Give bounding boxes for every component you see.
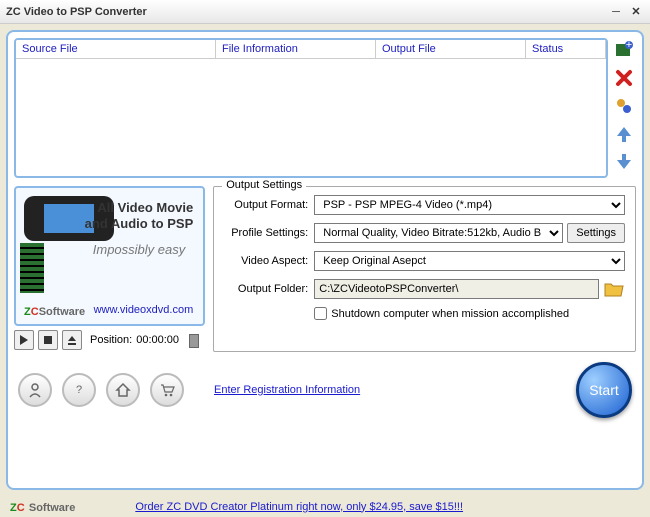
side-toolbar: +: [608, 38, 636, 178]
output-format-label: Output Format:: [224, 199, 308, 211]
video-aspect-select[interactable]: Keep Original Asepct: [314, 251, 625, 271]
col-info[interactable]: File Information: [216, 40, 376, 59]
profile-settings-button[interactable]: Settings: [567, 223, 625, 243]
output-format-select[interactable]: PSP - PSP MPEG-4 Video (*.mp4): [314, 195, 625, 215]
output-folder-field[interactable]: [314, 279, 599, 299]
order-link[interactable]: Order ZC DVD Creator Platinum right now,…: [135, 501, 463, 513]
output-folder-label: Output Folder:: [224, 283, 308, 295]
eject-button[interactable]: [62, 330, 82, 350]
close-button[interactable]: ✕: [628, 5, 644, 19]
svg-text:+: +: [626, 40, 632, 51]
play-button[interactable]: [14, 330, 34, 350]
help-button[interactable]: ?: [62, 373, 96, 407]
promo-line1: All Video Movie: [97, 200, 193, 215]
position-value: 00:00:00: [136, 334, 179, 346]
film-strip-icon: [20, 243, 44, 293]
cart-button[interactable]: [150, 373, 184, 407]
stop-button[interactable]: [38, 330, 58, 350]
video-aspect-label: Video Aspect:: [224, 255, 308, 267]
promo-panel: All Video Movie and Audio to PSP Impossi…: [14, 186, 205, 352]
output-settings-fieldset: Output Settings Output Format: PSP - PSP…: [213, 186, 636, 352]
player-bar: Position: 00:00:00: [14, 330, 205, 350]
position-label: Position:: [90, 334, 132, 346]
col-source[interactable]: Source File: [16, 40, 216, 59]
output-settings: Output Settings Output Format: PSP - PSP…: [213, 186, 636, 352]
main-panel: Source File File Information Output File…: [6, 30, 644, 490]
window-title: ZC Video to PSP Converter: [6, 6, 604, 18]
add-file-button[interactable]: +: [612, 38, 636, 62]
footer: ZC Software Order ZC DVD Creator Platinu…: [0, 496, 650, 517]
bottom-bar: ? Enter Registration Information Start: [14, 362, 636, 418]
profile-settings-select[interactable]: Normal Quality, Video Bitrate:512kb, Aud…: [314, 223, 563, 243]
promo-url: www.videoxdvd.com: [94, 304, 194, 316]
output-settings-legend: Output Settings: [222, 179, 306, 191]
position-slider[interactable]: [189, 338, 199, 342]
col-status[interactable]: Status: [526, 40, 606, 59]
title-bar: ZC Video to PSP Converter ─ ✕: [0, 0, 650, 24]
promo-logo: ZCSoftware: [24, 303, 85, 318]
promo-line3: Impossibly easy: [93, 242, 185, 257]
move-up-button[interactable]: [612, 122, 636, 146]
remove-file-button[interactable]: [612, 66, 636, 90]
file-list[interactable]: Source File File Information Output File…: [14, 38, 608, 178]
shutdown-checkbox[interactable]: [314, 307, 327, 320]
file-list-body[interactable]: [16, 59, 606, 176]
promo-line2: and Audio to PSP: [85, 216, 194, 231]
profile-settings-label: Profile Settings:: [224, 227, 308, 239]
footer-logo: ZC Software: [10, 498, 75, 515]
home-button[interactable]: [106, 373, 140, 407]
start-button[interactable]: Start: [576, 362, 632, 418]
register-link[interactable]: Enter Registration Information: [214, 384, 360, 396]
middle-row: All Video Movie and Audio to PSP Impossi…: [14, 186, 636, 352]
col-output[interactable]: Output File: [376, 40, 526, 59]
account-button[interactable]: [18, 373, 52, 407]
promo-box: All Video Movie and Audio to PSP Impossi…: [14, 186, 205, 326]
tools-button[interactable]: [612, 94, 636, 118]
shutdown-label: Shutdown computer when mission accomplis…: [331, 308, 569, 320]
file-list-header: Source File File Information Output File…: [16, 40, 606, 59]
file-list-area: Source File File Information Output File…: [14, 38, 636, 178]
move-down-button[interactable]: [612, 150, 636, 174]
browse-folder-button[interactable]: [603, 280, 625, 298]
minimize-button[interactable]: ─: [608, 5, 624, 19]
